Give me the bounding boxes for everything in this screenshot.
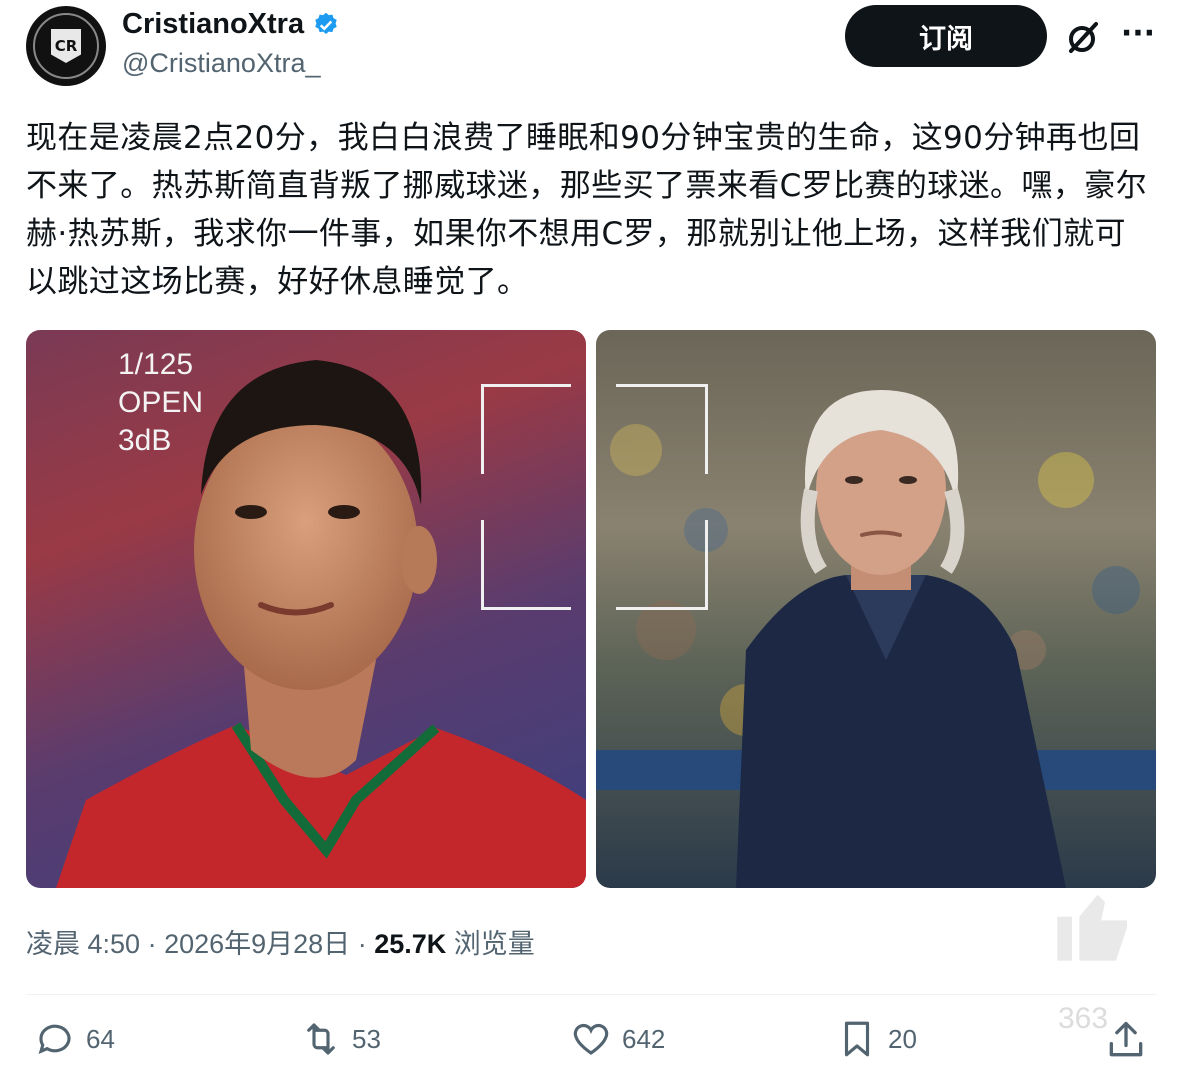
view-count: 25.7K — [374, 929, 447, 959]
display-name[interactable]: CristianoXtra — [122, 8, 340, 41]
verified-badge-icon — [315, 12, 337, 34]
heart-icon — [573, 1023, 609, 1055]
reply-button[interactable]: 64 — [34, 1018, 115, 1060]
avatar-monogram: CR — [51, 29, 81, 63]
retweet-button[interactable]: 53 — [300, 1018, 381, 1060]
thumbs-up-icon — [1057, 894, 1127, 961]
more-icon[interactable]: ··· — [1118, 14, 1158, 54]
meta-separator: · — [140, 929, 165, 959]
bookmark-count: 20 — [888, 1023, 917, 1054]
reply-count: 64 — [86, 1023, 115, 1054]
shutter-speed-text: 1/125 — [118, 348, 194, 381]
tweet-meta: 凌晨 4:50 · 2026年9月28日 · 25.7K 浏览量 — [26, 922, 535, 961]
retweet-icon — [307, 1023, 335, 1055]
focus-bracket-right-top — [616, 384, 708, 474]
reply-icon — [38, 1024, 71, 1055]
like-button[interactable]: 642 — [570, 1018, 665, 1060]
share-icon[interactable] — [1104, 1018, 1148, 1062]
focus-bracket-bottom — [481, 520, 571, 610]
display-name-text: CristianoXtra — [122, 8, 305, 40]
author-handle[interactable]: @CristianoXtra_ — [122, 48, 320, 79]
camera-overlay: 1/125 OPEN 3dB — [118, 346, 203, 460]
grok-icon[interactable] — [1062, 16, 1106, 60]
divider — [26, 994, 1156, 995]
focus-bracket-top — [481, 384, 571, 474]
post-time[interactable]: 凌晨 4:50 — [26, 929, 140, 959]
retweet-count: 53 — [352, 1023, 381, 1054]
focus-bracket-right-bottom — [616, 520, 708, 610]
tweet-text: 现在是凌晨2点20分，我白白浪费了睡眠和90分钟宝贵的生命，这90分钟再也回不来… — [26, 120, 1148, 300]
meta-separator: · — [350, 929, 375, 959]
avatar[interactable]: CR — [26, 6, 106, 86]
subscribe-button[interactable]: 订阅 — [845, 5, 1047, 67]
view-count-label: 浏览量 — [446, 929, 535, 959]
like-count: 642 — [622, 1023, 666, 1054]
avatar-ring: CR — [33, 13, 99, 79]
gain-text: 3dB — [118, 424, 172, 457]
bookmark-icon — [844, 1021, 870, 1057]
aperture-text: OPEN — [118, 386, 204, 419]
media-photo-right[interactable] — [596, 330, 1156, 888]
watermark-text: 363 — [1058, 1002, 1109, 1035]
bookmark-button[interactable]: 20 — [836, 1018, 917, 1060]
media-photo-left[interactable]: 1/125 OPEN 3dB — [26, 330, 586, 888]
post-date[interactable]: 2026年9月28日 — [164, 929, 350, 959]
